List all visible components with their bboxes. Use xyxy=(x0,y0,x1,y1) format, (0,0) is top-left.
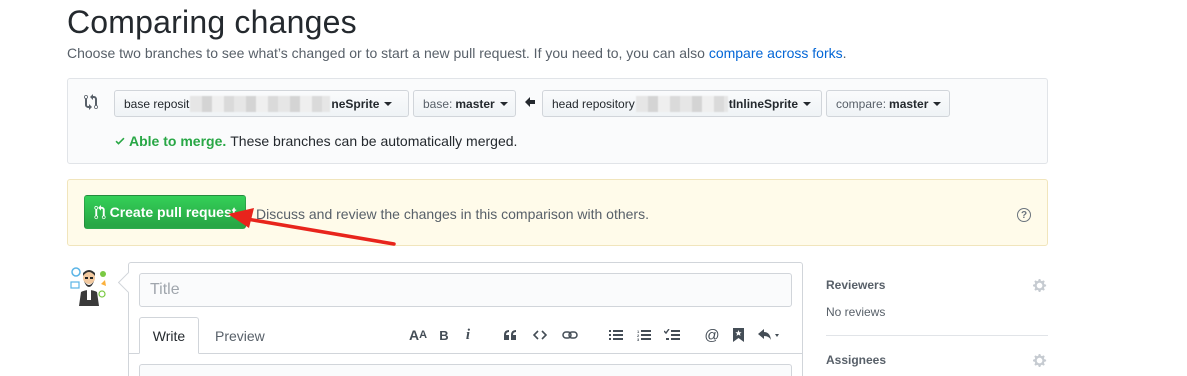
tab-preview[interactable]: Preview xyxy=(209,317,271,354)
title-input[interactable] xyxy=(139,273,792,307)
sidebar-divider xyxy=(826,335,1048,336)
reviewers-value: No reviews xyxy=(826,305,886,319)
gear-icon[interactable] xyxy=(1033,278,1048,293)
code-icon[interactable] xyxy=(531,326,549,344)
caret-down-icon xyxy=(499,101,508,106)
page-description-text: Choose two branches to see what’s change… xyxy=(67,45,709,61)
caret-down-icon xyxy=(384,101,393,106)
tabs-divider xyxy=(129,353,802,354)
range-editor: base reposit neSprite base: master head … xyxy=(67,78,1048,164)
base-repository-value: neSprite xyxy=(331,96,380,111)
base-branch-label: base: xyxy=(423,96,453,111)
page-title: Comparing changes xyxy=(67,4,357,40)
git-compare-icon xyxy=(83,94,100,110)
merge-status-bold: Able to merge. xyxy=(129,133,227,149)
assignees-heading[interactable]: Assignees xyxy=(826,353,886,367)
italic-icon[interactable]: i xyxy=(459,326,477,344)
compare-branch-label: compare: xyxy=(836,96,887,111)
check-icon xyxy=(115,137,125,145)
bookmark-icon[interactable] xyxy=(729,326,747,344)
reviewers-heading[interactable]: Reviewers xyxy=(826,278,885,292)
quote-icon[interactable] xyxy=(501,326,519,344)
merge-status-text: These branches can be automatically merg… xyxy=(230,133,518,149)
merge-status: Able to merge. These branches can be aut… xyxy=(114,133,517,149)
pull-request-composer: Write Preview AA B i 123 @ xyxy=(128,262,803,376)
link-icon[interactable] xyxy=(561,326,579,344)
redacted-blur xyxy=(190,95,331,112)
toolbar-group-lists: 123 xyxy=(607,325,681,345)
base-branch-value: master xyxy=(455,96,495,111)
compare-across-forks-link[interactable]: compare across forks xyxy=(709,45,843,61)
create-pr-flash: Create pull request Discuss and review t… xyxy=(67,179,1048,246)
text-size-icon[interactable]: AA xyxy=(407,326,429,344)
compare-branch-value: master xyxy=(889,96,929,111)
head-repository-select[interactable]: head repository tInlineSprite xyxy=(542,90,822,117)
reply-icon[interactable] xyxy=(757,326,783,344)
toolbar-group-format: AA B i xyxy=(407,325,477,345)
page-description-end: . xyxy=(842,45,847,61)
head-repository-label: head repository xyxy=(552,96,635,111)
create-pull-request-button[interactable]: Create pull request xyxy=(84,195,246,229)
comment-textarea[interactable] xyxy=(139,364,792,376)
base-repository-select[interactable]: base reposit neSprite xyxy=(114,90,409,117)
base-repository-label: base reposit xyxy=(124,96,190,111)
svg-text:3: 3 xyxy=(637,337,640,341)
bold-icon[interactable]: B xyxy=(435,326,453,344)
redacted-blur xyxy=(635,95,728,112)
caret-down-icon xyxy=(803,101,812,106)
task-list-icon[interactable] xyxy=(663,326,681,344)
page-description: Choose two branches to see what’s change… xyxy=(67,45,847,61)
bulleted-list-icon[interactable] xyxy=(607,326,625,344)
mention-icon[interactable]: @ xyxy=(703,326,721,344)
numbered-list-icon[interactable]: 123 xyxy=(635,326,653,344)
create-pull-request-label: Create pull request xyxy=(109,204,237,220)
caret-down-icon xyxy=(933,101,942,106)
question-icon[interactable]: ? xyxy=(1017,208,1031,222)
toolbar-group-extra: @ xyxy=(703,325,783,345)
tab-write[interactable]: Write xyxy=(139,317,199,354)
gear-icon[interactable] xyxy=(1033,353,1048,368)
arrow-left-icon xyxy=(525,97,535,107)
toolbar-group-insert xyxy=(501,325,579,345)
git-pull-request-icon xyxy=(93,204,106,219)
avatar[interactable] xyxy=(67,262,111,306)
head-repository-value: tInlineSprite xyxy=(728,96,799,111)
flash-description: Discuss and review the changes in this c… xyxy=(256,206,649,222)
base-branch-select[interactable]: base: master xyxy=(413,90,516,117)
compare-branch-select[interactable]: compare: master xyxy=(826,90,950,117)
